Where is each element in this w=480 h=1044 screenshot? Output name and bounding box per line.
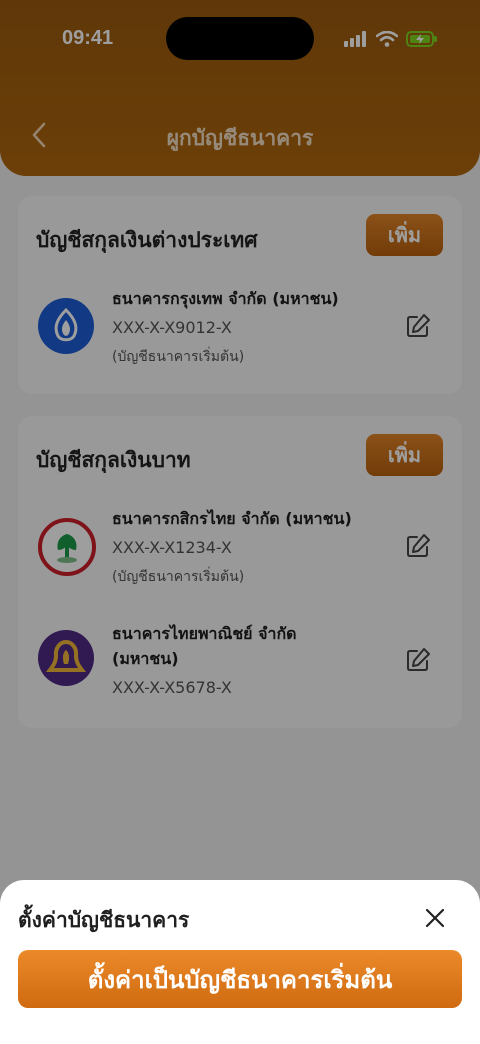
- bottom-sheet: ตั้งค่าบัญชีธนาคาร ตั้งค่าเป็นบัญชีธนาคา…: [0, 880, 480, 1044]
- set-default-account-button[interactable]: ตั้งค่าเป็นบัญชีธนาคารเริ่มต้น: [18, 950, 462, 1008]
- close-icon[interactable]: [424, 907, 446, 929]
- sheet-title: ตั้งค่าบัญชีธนาคาร: [18, 908, 190, 932]
